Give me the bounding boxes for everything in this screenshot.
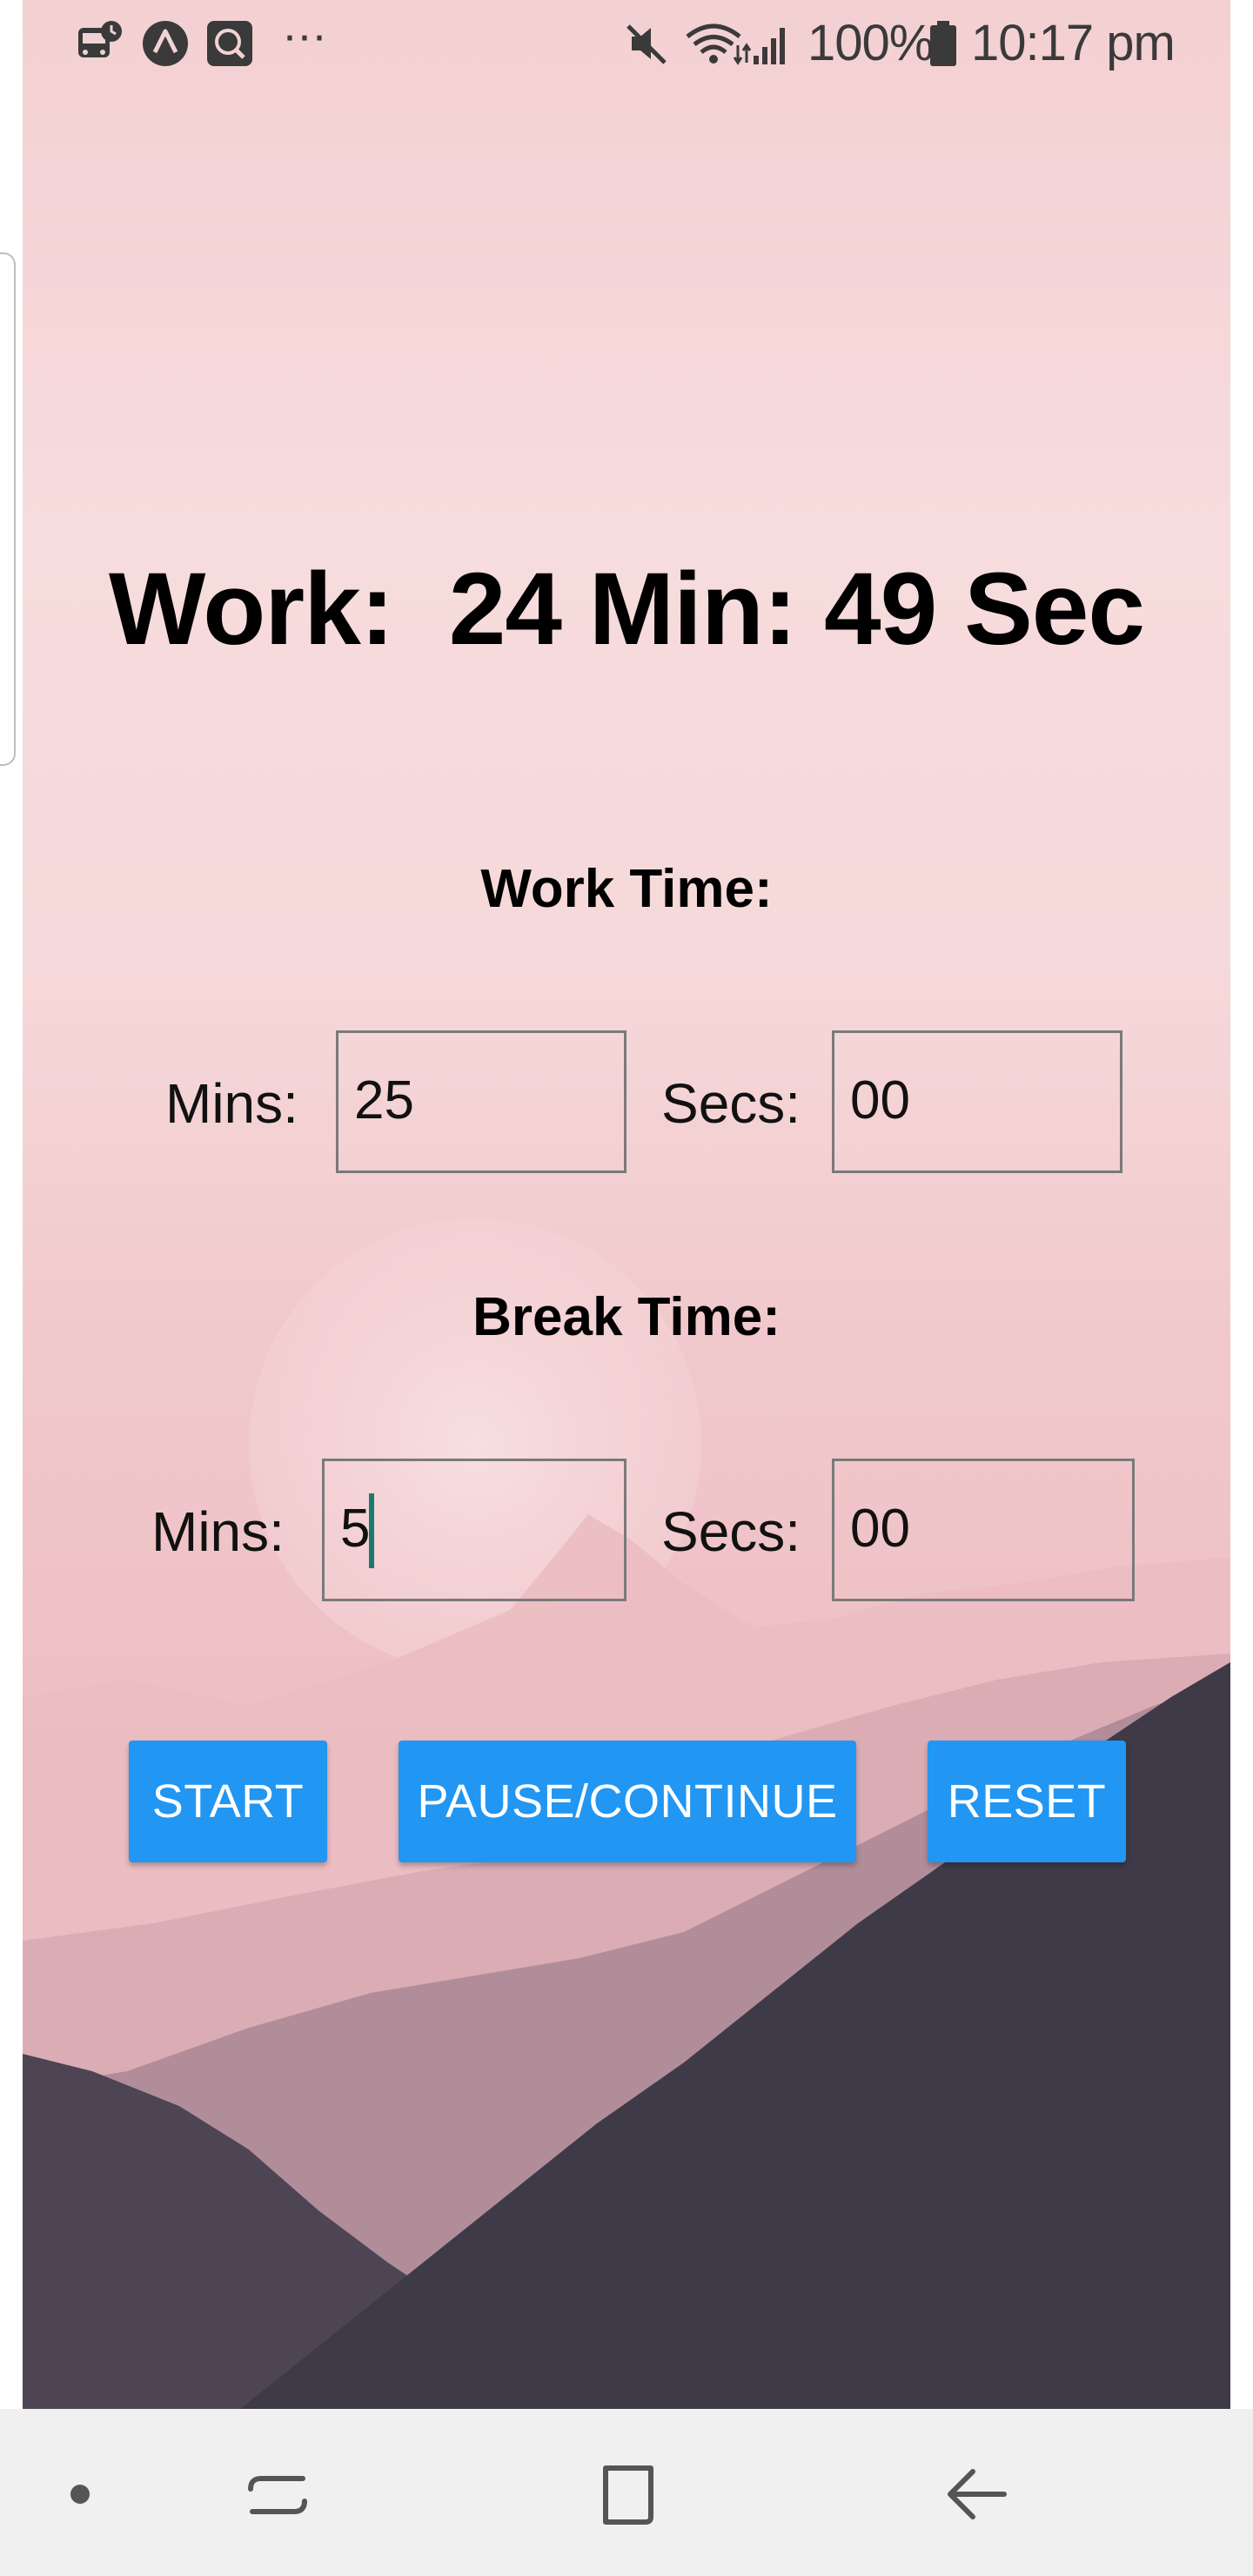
battery-icon [930, 21, 956, 66]
break-secs-label: Secs: [661, 1500, 801, 1563]
dot-icon[interactable] [68, 2482, 92, 2506]
home-icon[interactable] [597, 2459, 660, 2529]
signal-icon [754, 28, 785, 64]
timer-mode-label: Work: [108, 552, 394, 667]
timer-minutes-unit: Min: [588, 552, 797, 667]
screen-right-margin [1230, 0, 1253, 2409]
background-image [23, 0, 1230, 2409]
text-cursor [369, 1493, 374, 1568]
work-secs-label: Secs: [661, 1072, 801, 1135]
work-mins-label: Mins: [165, 1072, 298, 1135]
start-button[interactable]: START [129, 1741, 327, 1862]
clock-time: 10:17 pm [971, 15, 1176, 71]
break-minutes-input[interactable]: 5 [322, 1459, 626, 1601]
back-icon[interactable] [945, 2463, 1009, 2526]
timer-seconds: 49 [824, 552, 937, 667]
reset-button[interactable]: RESET [928, 1741, 1126, 1862]
timer-minutes: 24 [448, 552, 562, 667]
mountain-scenery-illustration [23, 1218, 1230, 2409]
mute-icon [626, 24, 667, 64]
battery-percent: 100% [807, 15, 934, 71]
work-time-title: Work Time: [480, 859, 773, 919]
break-time-title: Break Time: [472, 1287, 781, 1347]
app-a-notification-icon [143, 21, 188, 66]
wifi-icon [686, 23, 752, 65]
more-notifications-icon: ··· [282, 9, 327, 61]
recents-icon[interactable] [245, 2466, 310, 2522]
work-seconds-input[interactable]: 00 [832, 1030, 1122, 1173]
timer-seconds-unit: Sec [964, 552, 1145, 667]
transit-notification-icon [78, 21, 122, 57]
work-minutes-input[interactable]: 25 [336, 1030, 626, 1173]
countdown-display: Work: 24 Min: 49 Sec [23, 548, 1230, 670]
navigation-bar [0, 2409, 1253, 2576]
break-mins-label: Mins: [151, 1500, 285, 1563]
status-bar: ··· 100% 10:17 pm [23, 0, 1230, 87]
pause-continue-button[interactable]: PAUSE/CONTINUE [399, 1741, 856, 1862]
edge-panel-handle[interactable] [0, 252, 16, 766]
break-seconds-input[interactable]: 00 [832, 1459, 1135, 1601]
chat-notification-icon [207, 21, 252, 66]
